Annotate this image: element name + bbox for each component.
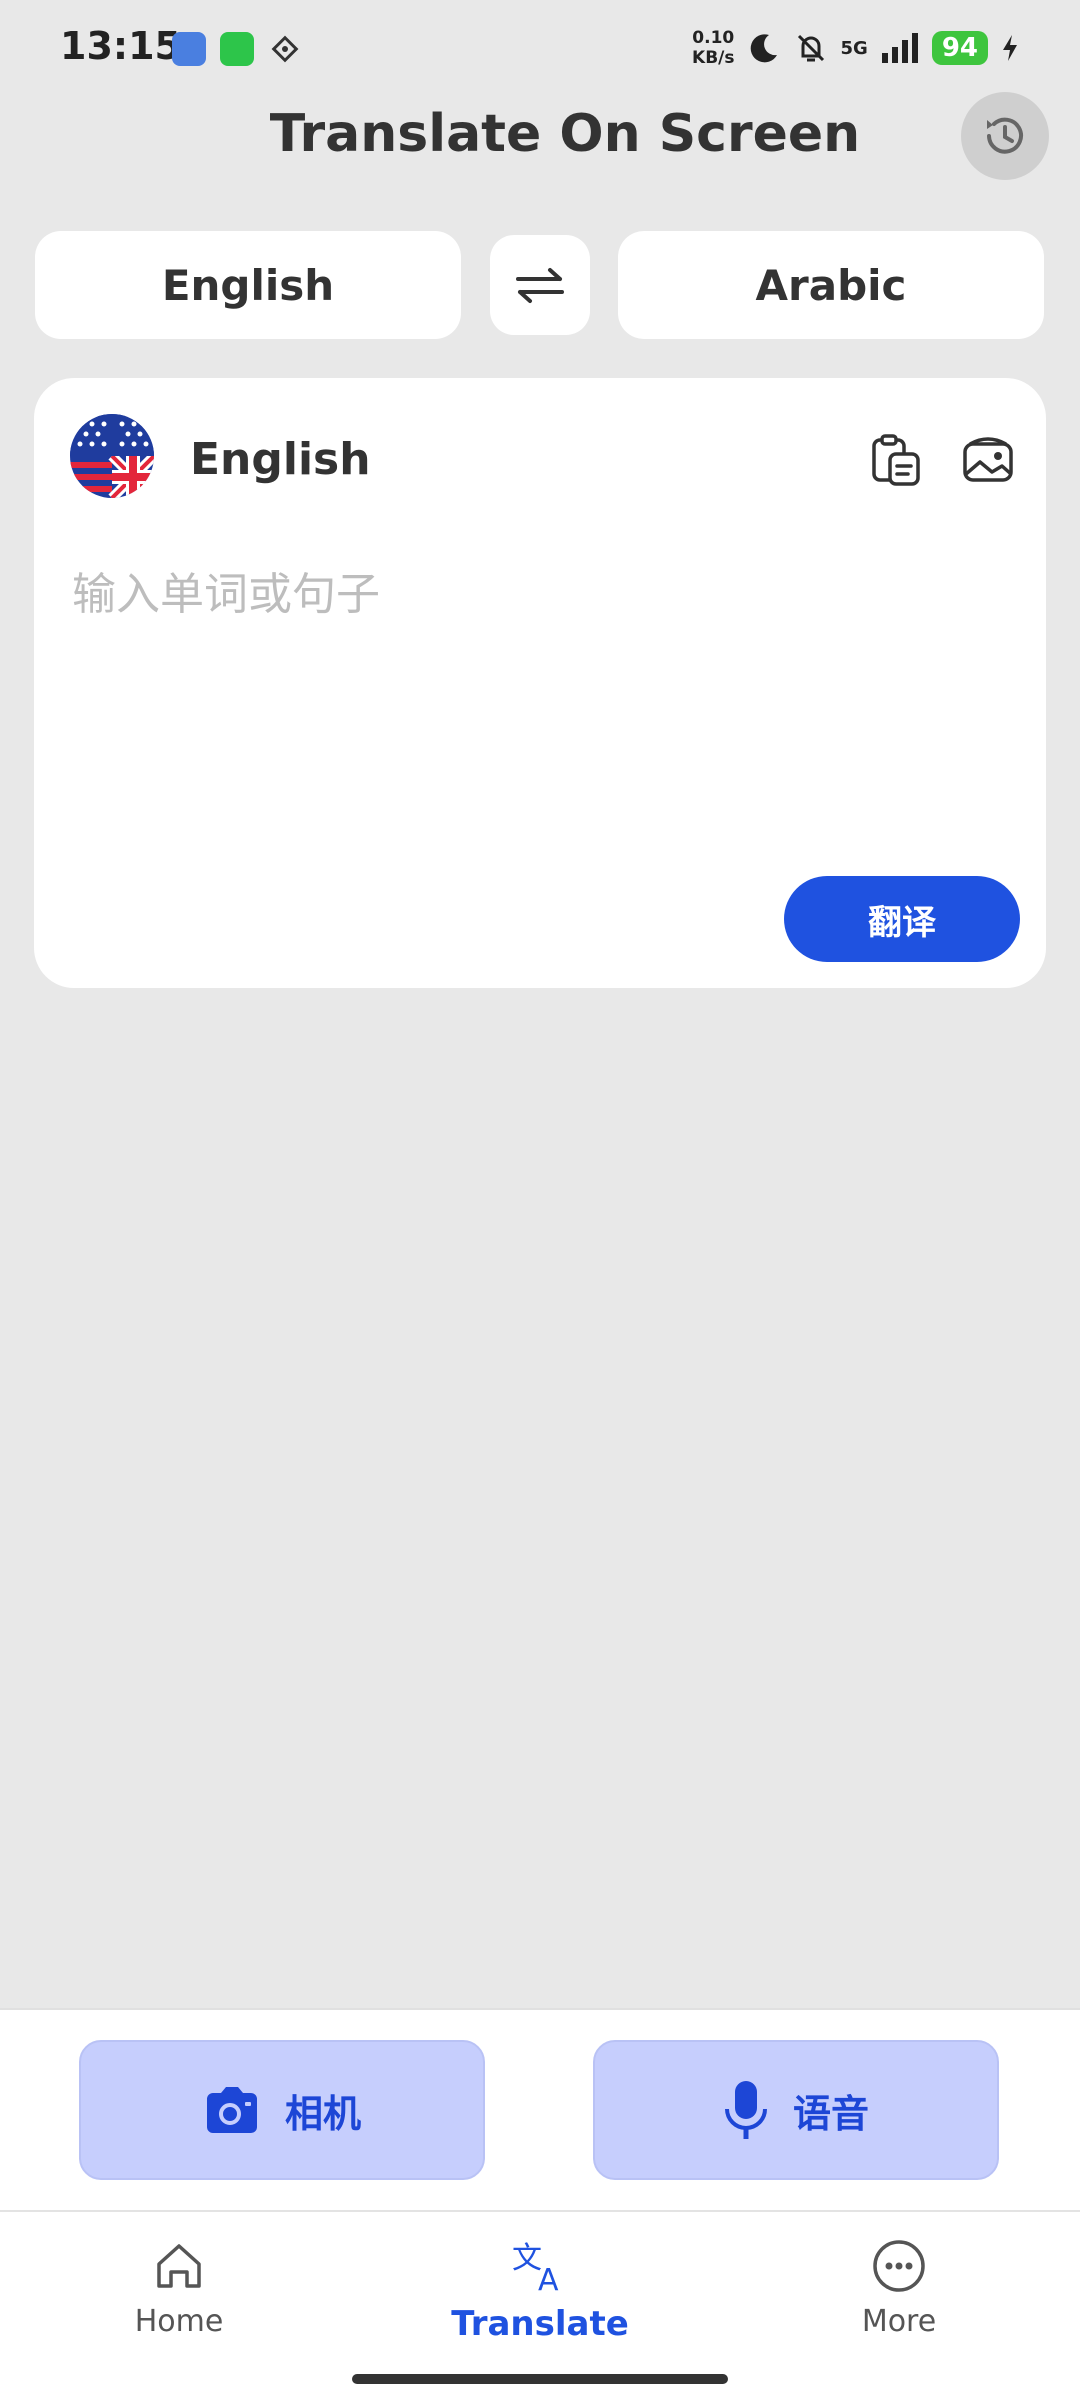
home-indicator[interactable] xyxy=(352,2374,728,2384)
status-time: 13:15 xyxy=(60,24,181,68)
status-bar: 13:15 0.10 KB/s 5G 94 xyxy=(0,0,1080,96)
input-card: English 翻译 xyxy=(34,378,1046,988)
more-icon xyxy=(873,2240,925,2292)
nav-more-label: More xyxy=(861,2304,937,2339)
diamond-app-icon xyxy=(268,32,302,66)
nav-translate[interactable]: 文 A Translate xyxy=(390,2238,690,2344)
net-speed: 0.10 KB/s xyxy=(692,28,735,68)
camera-button[interactable]: 相机 xyxy=(79,2040,485,2180)
battery-level: 94 xyxy=(931,31,988,65)
nav-home[interactable]: Home xyxy=(29,2238,329,2339)
camera-icon xyxy=(206,2087,257,2133)
nav-more[interactable]: More xyxy=(749,2238,1049,2339)
history-icon xyxy=(987,117,1023,154)
paste-button[interactable] xyxy=(866,430,926,490)
moon-icon xyxy=(750,34,777,63)
nav-translate-label: Translate xyxy=(451,2304,629,2344)
clipboard-icon xyxy=(872,434,920,486)
voice-label: 语音 xyxy=(792,2091,869,2136)
history-button[interactable] xyxy=(961,92,1049,180)
gallery-app-icon xyxy=(172,32,206,66)
charging-icon xyxy=(1003,35,1017,61)
source-language-button[interactable]: English xyxy=(35,231,461,339)
microphone-icon xyxy=(724,2081,767,2139)
source-text-input[interactable] xyxy=(72,558,1002,738)
translate-button[interactable]: 翻译 xyxy=(784,876,1020,962)
us-uk-flag-icon xyxy=(70,414,154,498)
image-icon xyxy=(963,437,1013,482)
input-language-label: English xyxy=(190,434,371,485)
action-area: 相机 语音 xyxy=(0,2008,1080,2210)
page-title: Translate On Screen xyxy=(269,104,861,164)
signal-icon xyxy=(881,33,918,63)
translate-icon: 文 A xyxy=(512,2241,559,2298)
network-type: 5G xyxy=(840,37,868,59)
nav-home-label: Home xyxy=(134,2304,224,2339)
camera-label: 相机 xyxy=(284,2091,361,2136)
swap-languages-button[interactable] xyxy=(490,235,590,335)
home-icon xyxy=(157,2244,201,2288)
target-language-button[interactable]: Arabic xyxy=(618,231,1044,339)
image-translate-button[interactable] xyxy=(958,430,1018,490)
swap-icon xyxy=(516,268,564,303)
wechat-icon xyxy=(220,32,254,66)
svg-text:A: A xyxy=(538,2263,559,2294)
mute-bell-icon xyxy=(797,34,824,62)
voice-button[interactable]: 语音 xyxy=(593,2040,999,2180)
